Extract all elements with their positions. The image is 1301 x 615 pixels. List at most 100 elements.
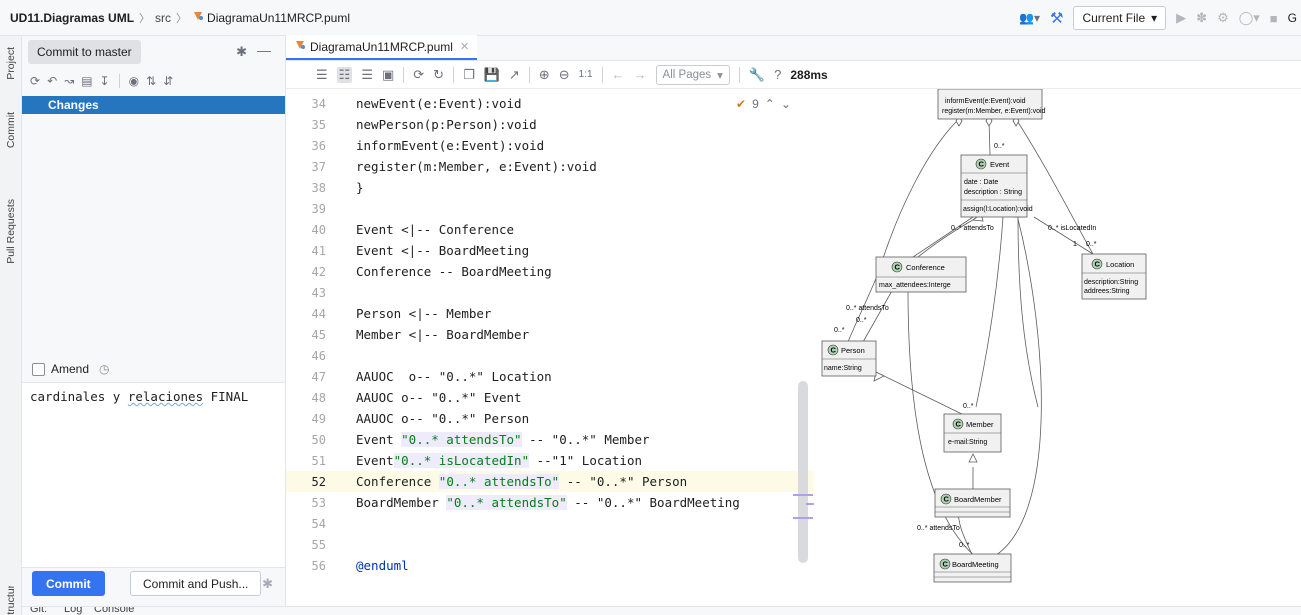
code-line[interactable]: 47 AAUOC o-- "0..*" Location: [286, 366, 814, 387]
commit-options-gear-icon[interactable]: ✱: [262, 576, 273, 592]
code-line[interactable]: 37 register(m:Member, e:Event):void: [286, 156, 814, 177]
code-line[interactable]: 53 BoardMember "0..* attendsTo" -- "0..*"…: [286, 492, 814, 513]
image-icon[interactable]: ▣: [382, 67, 394, 83]
line-number: 34: [311, 96, 326, 111]
breadcrumb-folder[interactable]: src: [155, 11, 171, 25]
code-line[interactable]: 50 Event "0..* attendsTo" -- "0..*" Membe…: [286, 429, 814, 450]
help-icon[interactable]: ?: [774, 67, 781, 82]
copy-icon[interactable]: ❐: [463, 67, 475, 83]
git-tab[interactable]: Git:: [30, 607, 47, 615]
log-tab[interactable]: Log: [64, 607, 82, 615]
code-line[interactable]: 51 Event"0..* isLocatedIn" --"1" Location: [286, 450, 814, 471]
code-line[interactable]: 55: [286, 534, 814, 555]
debug-icon[interactable]: ✽: [1196, 10, 1207, 26]
user-icon[interactable]: 👥▾: [1019, 11, 1040, 25]
code-line[interactable]: 41 Event <|-- BoardMeeting: [286, 240, 814, 261]
zoom-in-icon[interactable]: ⊕: [539, 67, 550, 83]
code-line[interactable]: 39: [286, 198, 814, 219]
class-aauoc[interactable]: informEvent(e:Event):void register(m:Mem…: [937, 89, 1046, 120]
code-line[interactable]: 38}: [286, 177, 814, 198]
code-line[interactable]: 43: [286, 282, 814, 303]
class-person[interactable]: C Person name:String: [821, 340, 877, 377]
close-icon[interactable]: ✕: [460, 40, 469, 53]
gear-icon[interactable]: ✱: [236, 44, 247, 60]
commit-to-master-tab[interactable]: Commit to master: [28, 40, 141, 64]
amend-label: Amend: [51, 362, 90, 376]
code-line[interactable]: 42 Conference -- BoardMeeting: [286, 261, 814, 282]
code-line[interactable]: 40 Event <|-- Conference: [286, 219, 814, 240]
class-event[interactable]: C Event date : Date description : String…: [960, 154, 1033, 218]
amend-checkbox[interactable]: [32, 362, 45, 376]
amend-checkbox-row[interactable]: Amend ◷: [32, 362, 110, 376]
inspection-widget[interactable]: ✔ 9 ⌃ ⌄: [736, 97, 791, 111]
more-run-icon[interactable]: ◯▾: [1239, 10, 1260, 26]
commit-and-push-button[interactable]: Commit and Push...: [130, 571, 262, 596]
pull-requests-tool-tab[interactable]: Pull Requests: [2, 176, 20, 286]
code-line[interactable]: 34 newEvent(e:Event):void: [286, 93, 814, 114]
code-line[interactable]: 54: [286, 513, 814, 534]
class-boardmember[interactable]: C BoardMember: [934, 488, 1011, 518]
save-icon[interactable]: 💾: [484, 67, 500, 83]
class-conference[interactable]: C Conference max_attendees:Interge: [875, 256, 967, 293]
code-line[interactable]: 49 AAUOC o-- "0..*" Person: [286, 408, 814, 429]
code-editor[interactable]: 34 newEvent(e:Event):void 35 newPerson(p:Pe…: [286, 93, 814, 606]
commit-message-misspelled: relaciones: [127, 389, 204, 404]
project-tool-tab[interactable]: Project: [2, 40, 20, 86]
class-boardmeeting[interactable]: C BoardMeeting: [933, 553, 1012, 583]
code-line[interactable]: 56 @enduml: [286, 555, 814, 576]
run-icon[interactable]: ▶: [1176, 10, 1186, 26]
chevron-down-icon[interactable]: ⌄: [781, 97, 791, 111]
changes-node[interactable]: Changes: [22, 96, 285, 114]
breadcrumb-project[interactable]: UD11.Diagramas UML: [10, 11, 134, 25]
diagram-preview[interactable]: informEvent(e:Event):void register(m:Mem…: [818, 89, 1150, 589]
toolbar-divider: [453, 66, 455, 83]
code-line[interactable]: 44 Person <|-- Member: [286, 303, 814, 324]
history-clock-icon[interactable]: ◷: [99, 362, 109, 376]
editor-and-preview-icon[interactable]: ☷: [336, 66, 353, 83]
run-configuration-dropdown[interactable]: Current File ▾: [1073, 6, 1167, 30]
conference-person-relation: [862, 288, 894, 343]
editor-only-icon[interactable]: ☰: [316, 67, 328, 83]
expand-all-icon[interactable]: ⇅: [146, 74, 156, 88]
editor-tab-puml[interactable]: DiagramaUn11MRCP.puml ✕: [286, 35, 478, 60]
commit-message-field[interactable]: cardinales y relaciones FINAL: [22, 382, 285, 568]
minimize-icon[interactable]: —: [257, 42, 271, 58]
class-location[interactable]: C Location description:String addrees:St…: [1081, 253, 1147, 300]
previous-page-icon[interactable]: ←: [612, 67, 625, 82]
preview-only-icon[interactable]: ☰: [361, 67, 373, 83]
diff-icon[interactable]: ▤: [81, 74, 92, 88]
sync-icon[interactable]: ↻: [433, 67, 444, 83]
class-attribute: description:String: [1084, 279, 1138, 286]
view-options-icon[interactable]: ◉: [129, 74, 139, 88]
zoom-out-icon[interactable]: ⊖: [559, 67, 570, 83]
settings-wrench-icon[interactable]: 🔧: [749, 67, 765, 83]
collapse-all-icon[interactable]: ⇵: [163, 74, 173, 88]
class-member[interactable]: C Member e-mail:String: [943, 413, 1002, 453]
build-hammer-icon[interactable]: ⚒: [1050, 9, 1063, 27]
commit-button[interactable]: Commit: [32, 571, 105, 596]
editor-scrollbar[interactable]: [798, 381, 808, 563]
breadcrumb-file[interactable]: DiagramaUn11MRCP.puml: [207, 11, 350, 25]
code-line[interactable]: 35 newPerson(p:Person):void: [286, 114, 814, 135]
chevron-up-icon[interactable]: ⌃: [765, 97, 775, 111]
external-open-icon[interactable]: ↗: [509, 67, 520, 83]
code-line[interactable]: 46: [286, 345, 814, 366]
console-tab[interactable]: Console: [94, 607, 134, 615]
update-icon[interactable]: ↝: [64, 74, 74, 88]
next-page-icon[interactable]: →: [634, 67, 647, 82]
pages-dropdown[interactable]: All Pages ▾: [655, 64, 730, 85]
code-line[interactable]: 52 Conference "0..* attendsTo" -- "0..*" …: [286, 471, 814, 492]
shelve-icon[interactable]: ↧: [100, 74, 110, 88]
code-line[interactable]: 45 Member <|-- BoardMember: [286, 324, 814, 345]
reload-icon[interactable]: ⟳: [413, 67, 424, 83]
commit-tool-tab[interactable]: Commit: [2, 90, 20, 170]
line-number: 38: [311, 180, 326, 195]
code-line[interactable]: 48 AAUOC o-- "0..*" Event: [286, 387, 814, 408]
rollback-icon[interactable]: ↶: [47, 74, 57, 88]
refresh-icon[interactable]: ⟳: [30, 74, 40, 88]
coverage-icon[interactable]: ⚙: [1217, 10, 1229, 26]
structure-tool-tab[interactable]: Structure: [2, 586, 20, 615]
code-line[interactable]: 36 informEvent(e:Event):void: [286, 135, 814, 156]
stop-icon[interactable]: ■: [1270, 11, 1278, 26]
actual-size-button[interactable]: 1:1: [579, 69, 593, 80]
